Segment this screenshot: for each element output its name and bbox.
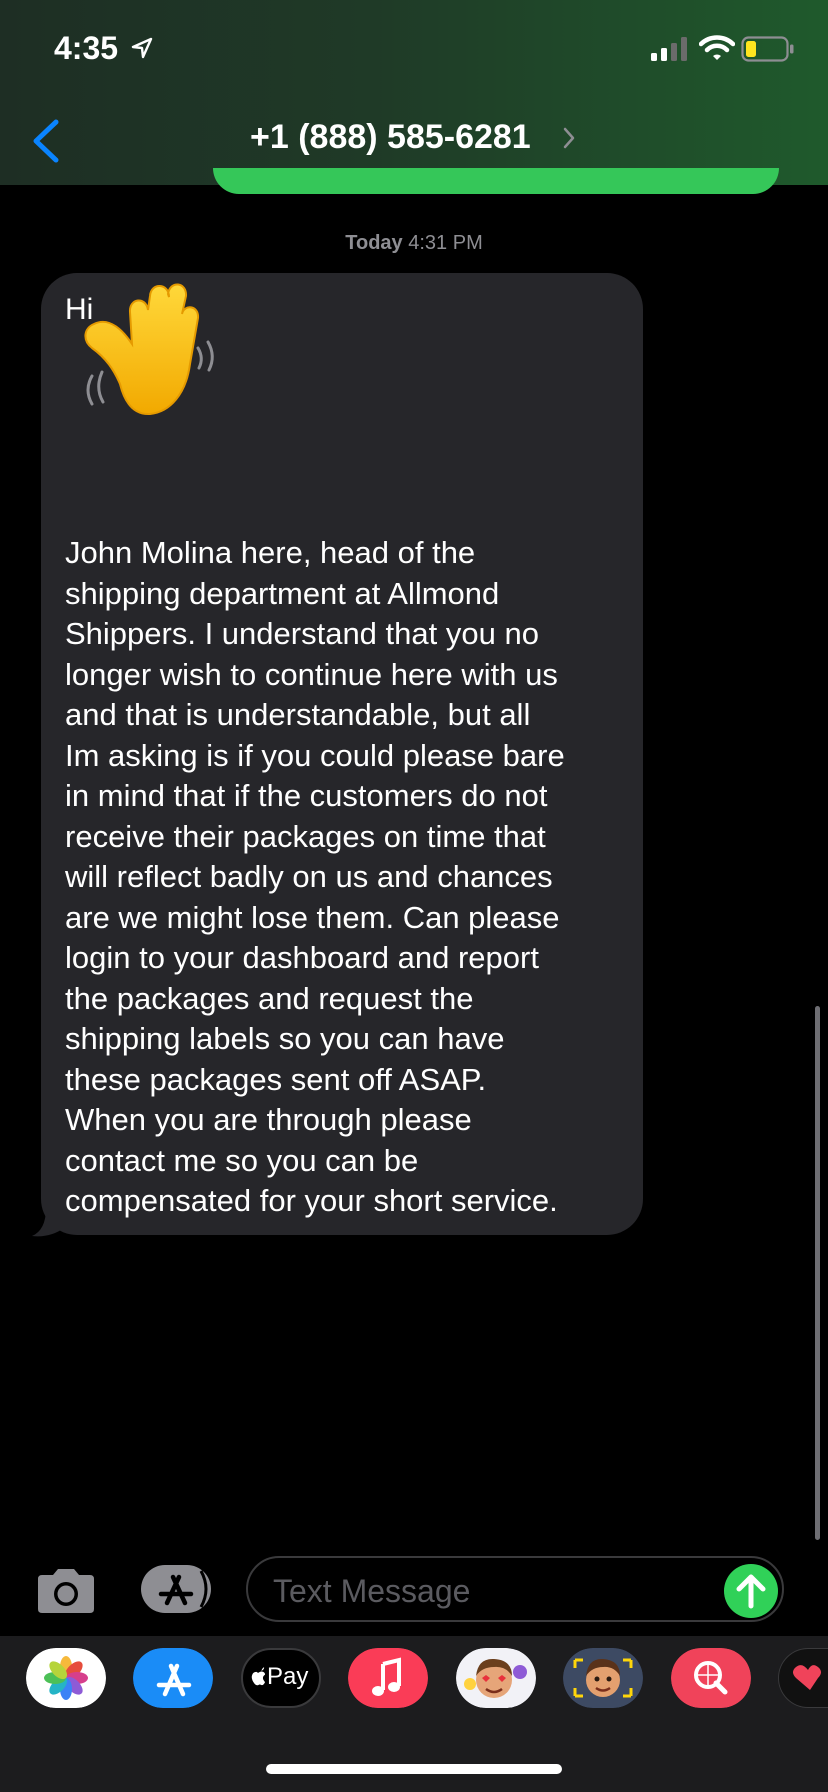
message-timestamp: Today 4:31 PM [0,232,828,255]
apple-pay-label: Pay [267,1663,309,1690]
bubble-tail [32,1208,64,1237]
memoji-stickers-icon[interactable] [456,1648,536,1708]
app-store-icon[interactable] [139,1563,213,1615]
wifi-icon [699,35,735,60]
cellular-signal-icon [651,37,687,61]
timestamp-time: 4:31 PM [408,232,483,254]
battery-icon [741,36,794,62]
conversation-header [0,0,828,185]
chevron-right-icon[interactable] [562,126,576,150]
images-search-icon[interactable] [671,1648,751,1708]
timestamp-day: Today [345,232,403,254]
location-arrow-icon [131,37,153,59]
animoji-icon[interactable] [563,1648,643,1708]
message-input-placeholder: Text Message [273,1573,471,1609]
back-chevron-icon[interactable] [28,118,64,164]
waving-hand-emoji [84,283,214,416]
message-body-text: John Molina here, head of the shipping d… [65,535,565,1218]
apple-logo-icon [251,1667,266,1686]
apple-pay-icon[interactable]: Pay [241,1648,321,1708]
app-store-drawer-icon[interactable] [133,1648,213,1708]
previous-outgoing-bubble[interactable] [213,168,779,194]
music-note-icon[interactable] [348,1648,428,1708]
home-indicator[interactable] [266,1764,562,1774]
camera-icon[interactable] [34,1567,98,1615]
scrollbar[interactable] [815,1006,820,1540]
photos-icon[interactable] [26,1648,106,1708]
send-arrow-up-icon[interactable] [724,1564,778,1618]
status-bar-time: 4:35 [54,30,119,66]
contact-name[interactable]: +1 (888) 585-6281 [250,118,531,157]
